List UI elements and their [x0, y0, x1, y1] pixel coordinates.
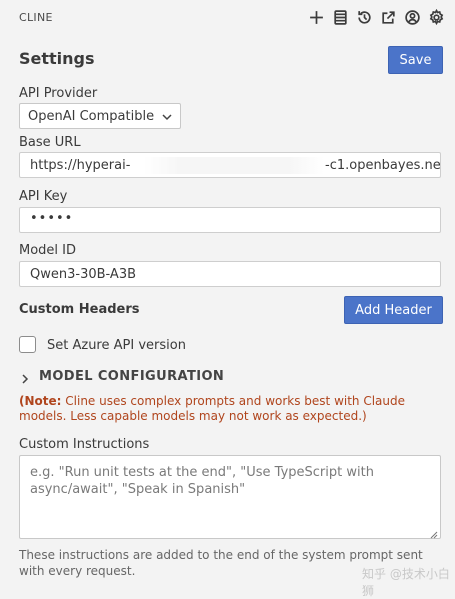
database-icon[interactable] [331, 8, 349, 26]
model-warning-note: (Note: Cline uses complex prompts and wo… [19, 394, 439, 424]
api-key-label: API Key [19, 189, 68, 204]
note-text: Cline uses complex prompts and works bes… [19, 394, 406, 423]
settings-panel: CLINE Settings Save API Provider OpenAI … [0, 0, 455, 598]
model-configuration-label: MODEL CONFIGURATION [39, 369, 225, 384]
custom-headers-label: Custom Headers [19, 302, 140, 317]
history-icon[interactable] [355, 8, 373, 26]
api-provider-select[interactable]: OpenAI Compatible [19, 103, 181, 129]
add-header-button[interactable]: Add Header [344, 296, 443, 324]
api-key-field[interactable]: ••••• [19, 207, 441, 233]
top-bar: CLINE [0, 0, 455, 36]
custom-instructions-label: Custom Instructions [19, 437, 150, 452]
resize-handle-icon[interactable] [429, 527, 438, 539]
base-url-value-end: -c1.openbayes.net/v1 [325, 158, 441, 173]
model-configuration-toggle[interactable]: MODEL CONFIGURATION [19, 369, 224, 384]
base-url-label: Base URL [19, 135, 81, 150]
model-id-value: Qwen3-30B-A3B [30, 267, 137, 282]
azure-api-version-label[interactable]: Set Azure API version [47, 338, 186, 353]
account-icon[interactable] [403, 8, 421, 26]
app-title: CLINE [19, 11, 53, 24]
custom-instructions-textarea[interactable]: e.g. "Run unit tests at the end", "Use T… [19, 455, 441, 539]
toolbar-icons [307, 8, 445, 28]
api-provider-label: API Provider [19, 86, 98, 101]
base-url-field[interactable]: https://hyperai- -c1.openbayes.net/v1 [19, 152, 441, 178]
custom-instructions-placeholder: e.g. "Run unit tests at the end", "Use T… [30, 465, 374, 497]
gear-icon[interactable] [427, 8, 445, 26]
plus-icon[interactable] [307, 8, 325, 26]
model-id-field[interactable]: Qwen3-30B-A3B [19, 261, 441, 287]
model-id-label: Model ID [19, 243, 77, 258]
base-url-value-start: https://hyperai- [30, 158, 131, 173]
chevron-down-icon [161, 111, 173, 123]
chevron-right-icon [19, 370, 33, 384]
api-key-value: ••••• [30, 211, 74, 226]
save-button[interactable]: Save [388, 46, 443, 74]
redacted-region [144, 157, 324, 174]
api-provider-value: OpenAI Compatible [28, 109, 155, 124]
azure-api-version-checkbox[interactable] [19, 336, 36, 353]
popout-icon[interactable] [379, 8, 397, 26]
note-prefix: (Note: [19, 394, 62, 408]
page-title: Settings [19, 49, 95, 68]
